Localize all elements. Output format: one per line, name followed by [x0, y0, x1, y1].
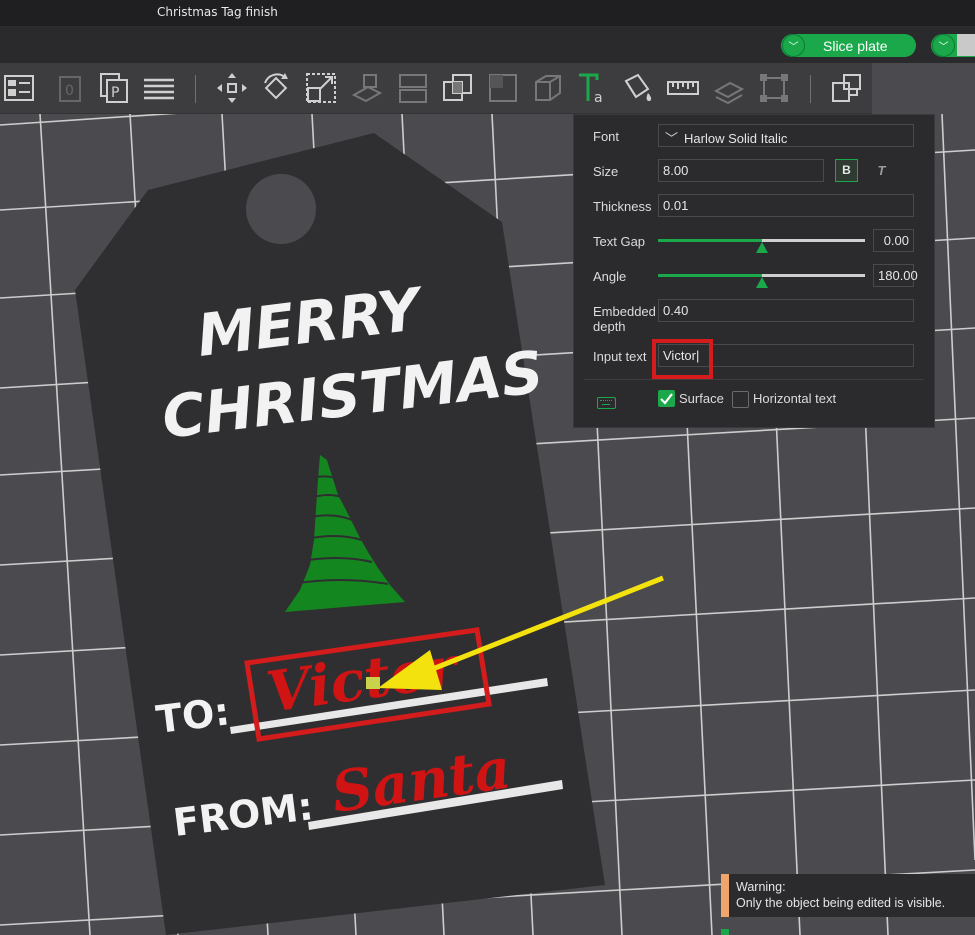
cube-icon[interactable]: [531, 71, 565, 105]
italic-toggle-button[interactable]: T: [870, 159, 893, 182]
paint-icon[interactable]: [620, 71, 654, 105]
surface-checkbox[interactable]: [658, 390, 675, 407]
text-tool-icon[interactable]: a: [576, 71, 610, 106]
angle-slider-thumb[interactable]: [756, 277, 768, 288]
seam-icon[interactable]: [757, 71, 791, 105]
measure-icon[interactable]: [666, 71, 700, 105]
thickness-value: 0.01: [663, 198, 689, 213]
panel-divider: [584, 379, 924, 380]
svg-text:P: P: [111, 85, 119, 101]
angle-slider-fill: [658, 274, 762, 277]
toolbar: 0 P a: [0, 63, 872, 114]
font-value: Harlow Solid Italic: [684, 131, 788, 146]
text-gap-slider-thumb[interactable]: [756, 242, 768, 253]
svg-text:0: 0: [65, 83, 74, 99]
angle-value: 180.00: [878, 268, 918, 283]
text-gap-label: Text Gap: [593, 234, 646, 249]
horizontal-text-checkbox[interactable]: [732, 391, 749, 408]
slice-dropdown-icon[interactable]: ﹀: [782, 34, 805, 57]
assembly-icon[interactable]: [712, 71, 746, 105]
to-label: TO:: [154, 689, 232, 742]
plate-icon[interactable]: 0: [54, 71, 88, 105]
check-icon: [660, 393, 673, 405]
size-value: 8.00: [663, 163, 689, 178]
arrange-icon[interactable]: [142, 71, 176, 105]
text-p-icon[interactable]: P: [98, 71, 132, 105]
text-gap-value: 0.00: [883, 233, 909, 248]
lay-on-face-icon[interactable]: [350, 71, 384, 105]
print-plate-label-stub[interactable]: [957, 34, 975, 56]
embedded-label-2: depth: [593, 319, 626, 334]
embedded-depth-value: 0.40: [663, 303, 689, 318]
warning-title: Warning:: [736, 880, 786, 894]
split-icon[interactable]: [396, 71, 430, 105]
warning-notification: Warning: Only the object being edited is…: [721, 874, 975, 917]
top-bar: ﹀ Slice plate ﹀: [0, 27, 975, 63]
chevron-down-icon: ﹀: [665, 131, 679, 146]
embedded-depth-input[interactable]: 0.40: [658, 299, 914, 322]
window-title: Christmas Tag finish: [157, 5, 278, 19]
size-input[interactable]: 8.00: [658, 159, 824, 182]
print-dropdown-icon[interactable]: ﹀: [932, 34, 955, 57]
horizontal-text-label: Horizontal text: [753, 391, 837, 406]
rotate-icon[interactable]: [259, 71, 293, 105]
font-select[interactable]: ﹀ Harlow Solid Italic: [658, 124, 914, 147]
toolbar-separator: [195, 75, 196, 103]
size-label: Size: [593, 164, 619, 179]
move-icon[interactable]: [215, 71, 249, 105]
slice-plate-label: Slice plate: [823, 37, 888, 54]
tag-hole-icon: [246, 174, 316, 244]
thickness-input[interactable]: 0.01: [658, 194, 914, 217]
text-gap-slider-fill: [658, 239, 762, 242]
surface-label: Surface: [679, 391, 724, 406]
angle-label: Angle: [593, 269, 627, 284]
slice-plate-button[interactable]: ﹀ Slice plate: [781, 34, 916, 57]
warning-message: Only the object being edited is visible.: [736, 896, 946, 910]
scale-icon[interactable]: [304, 71, 338, 105]
text-gap-input[interactable]: 0.00: [873, 229, 914, 252]
input-text-highlight-box: [652, 339, 713, 379]
layout-icon[interactable]: [2, 71, 36, 105]
toolbar-separator: [810, 75, 811, 103]
text-properties-panel: Font ﹀ Harlow Solid Italic Size 8.00 B T …: [573, 114, 935, 428]
boolean-icon[interactable]: [441, 71, 475, 105]
thickness-label: Thickness: [593, 199, 652, 214]
font-label: Font: [593, 129, 620, 144]
notification-indicator: [721, 929, 729, 935]
corner-icon[interactable]: [486, 71, 520, 105]
input-text-label: Input text: [593, 349, 647, 364]
bold-toggle-button[interactable]: B: [835, 159, 858, 182]
variable-layer-icon[interactable]: [830, 71, 864, 105]
svg-text:a: a: [594, 90, 603, 105]
embedded-label-1: Embedded: [593, 304, 656, 319]
angle-input[interactable]: 180.00: [873, 264, 918, 287]
keyboard-icon[interactable]: [597, 397, 616, 409]
title-bar: Christmas Tag finish: [0, 0, 975, 27]
